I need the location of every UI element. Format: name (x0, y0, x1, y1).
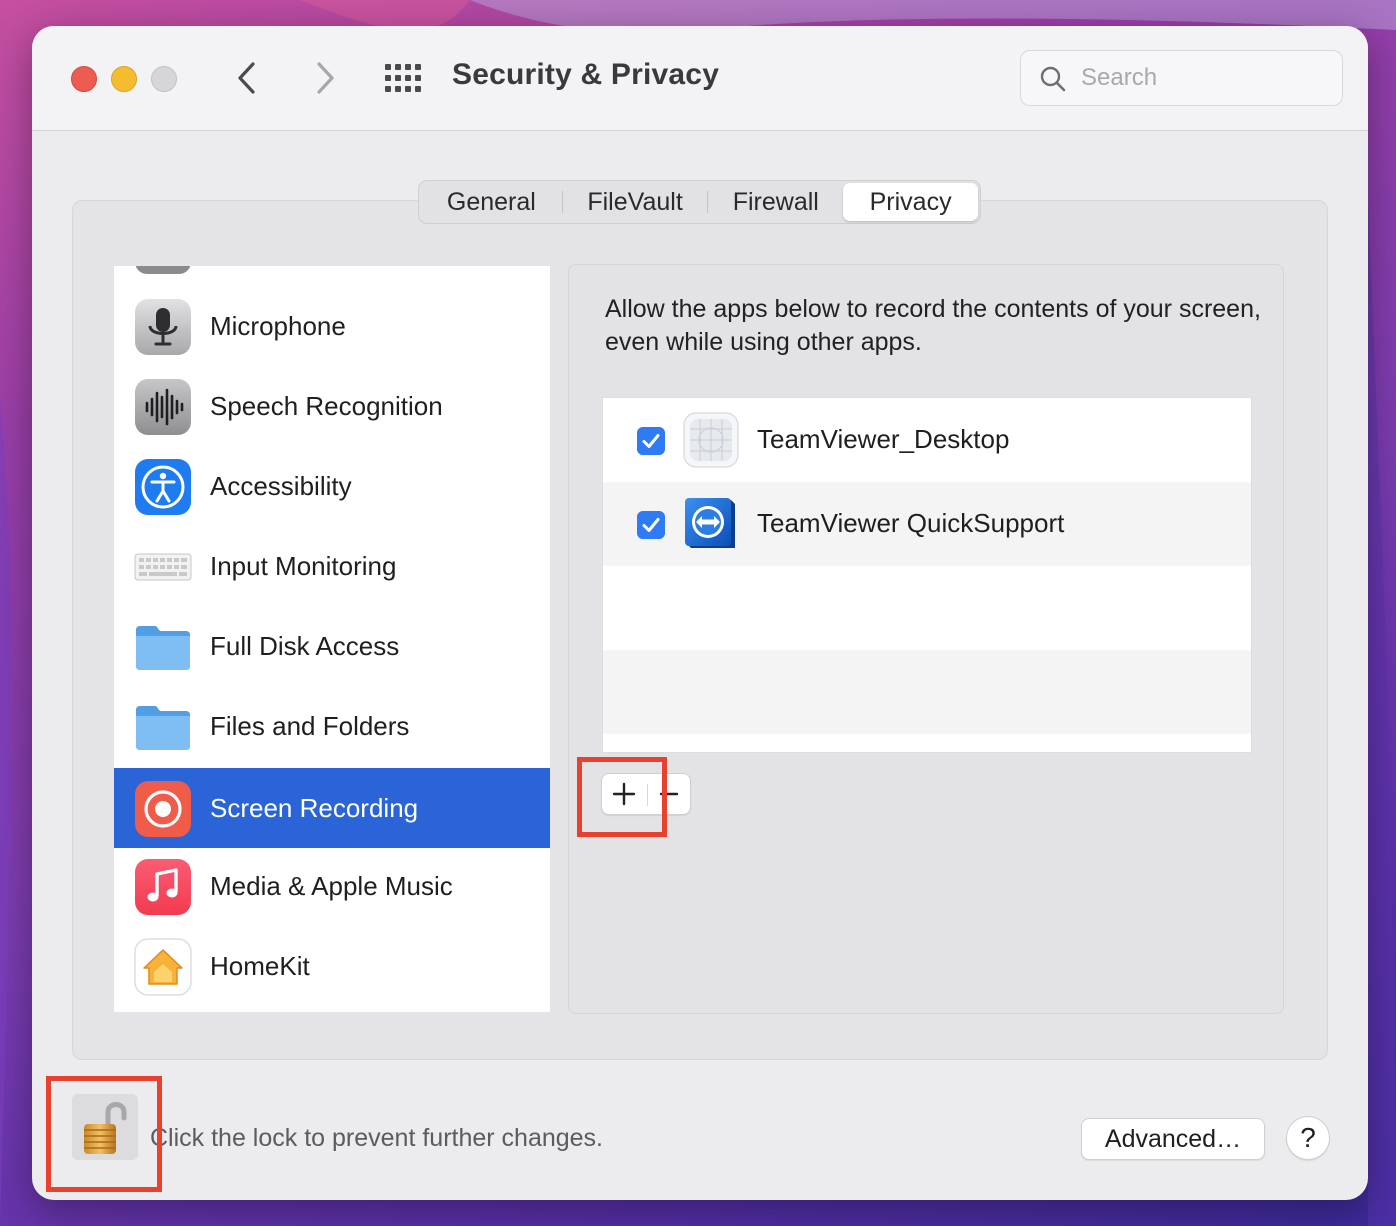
title-bar: Security & Privacy (32, 26, 1368, 131)
forward-button[interactable] (304, 56, 344, 100)
partial-item-icon (135, 266, 191, 274)
search-icon (1040, 66, 1066, 92)
grid-icon (385, 64, 421, 92)
sidebar-item-label: Input Monitoring (210, 550, 397, 581)
search-field[interactable] (1020, 50, 1343, 106)
sidebar-item-speech-recognition[interactable]: Speech Recognition (114, 366, 550, 446)
sidebar-item-label: Speech Recognition (210, 390, 443, 421)
folder-icon (136, 706, 190, 750)
highlight-box-lock (46, 1076, 162, 1192)
sidebar-item-homekit[interactable]: HomeKit (114, 926, 550, 1006)
waveform-icon (135, 379, 191, 435)
system-preferences-window: Security & Privacy General FileVault Fir… (32, 26, 1368, 1200)
music-note-icon (135, 859, 191, 915)
app-name: TeamViewer QuickSupport (757, 508, 1065, 538)
teamviewer-quicksupport-icon (685, 498, 735, 548)
lock-status-message: Click the lock to prevent further change… (150, 1124, 604, 1152)
app-name: TeamViewer_Desktop (757, 424, 1010, 454)
sidebar-item-label: Full Disk Access (210, 630, 400, 661)
sidebar-item-files-and-folders[interactable]: Files and Folders (114, 686, 550, 766)
pane-description: Allow the apps below to record the conte… (605, 295, 1261, 356)
tab-privacy[interactable]: Privacy (843, 183, 978, 221)
sidebar-item-input-monitoring[interactable]: Input Monitoring (114, 526, 550, 606)
checkbox-checked-icon[interactable] (637, 427, 665, 455)
close-window-button[interactable] (71, 66, 97, 92)
highlight-box-add-button (577, 757, 667, 837)
sidebar-item-label: Screen Recording (210, 792, 419, 823)
chevron-left-icon (238, 62, 255, 94)
sidebar-item-label: Accessibility (210, 470, 352, 501)
tab-general[interactable]: General (421, 183, 562, 221)
zoom-window-button[interactable] (151, 66, 177, 92)
back-button[interactable] (228, 56, 268, 100)
advanced-button[interactable]: Advanced… (1081, 1118, 1265, 1160)
screen-recording-pane: Allow the apps below to record the conte… (568, 264, 1284, 1014)
help-button[interactable]: ? (1286, 1116, 1330, 1160)
sidebar-item-media-apple-music[interactable]: Media & Apple Music (114, 846, 550, 926)
teamviewer-desktop-icon (683, 412, 739, 468)
home-icon (134, 938, 192, 996)
sidebar-item-label: Microphone (210, 310, 346, 341)
checkbox-checked-icon[interactable] (637, 511, 665, 539)
minimize-window-button[interactable] (111, 66, 137, 92)
tab-filevault[interactable]: FileVault (563, 183, 708, 221)
sidebar-item-label: Media & Apple Music (210, 870, 453, 901)
empty-list-row (603, 650, 1251, 734)
sidebar-item-full-disk-access[interactable]: Full Disk Access (114, 606, 550, 686)
sidebar-item-label: HomeKit (210, 950, 310, 981)
sidebar-item-accessibility[interactable]: Accessibility (114, 446, 550, 526)
list-item[interactable]: TeamViewer QuickSupport (603, 482, 1251, 566)
show-all-button[interactable] (382, 62, 422, 94)
tab-bar: General FileVault Firewall Privacy (418, 180, 981, 224)
accessibility-icon (135, 459, 191, 515)
screen-recording-icon (135, 781, 191, 837)
privacy-category-list[interactable]: Microphone Speech Recognition Accessibil… (114, 266, 550, 1012)
tab-firewall[interactable]: Firewall (708, 183, 843, 221)
search-input[interactable] (1081, 61, 1331, 95)
keyboard-icon (134, 553, 192, 581)
empty-list-row (603, 566, 1251, 650)
sidebar-item-microphone[interactable]: Microphone (114, 286, 550, 366)
sidebar-item-screen-recording[interactable]: Screen Recording (114, 768, 550, 848)
sidebar-item-label: Files and Folders (210, 710, 410, 741)
allowed-apps-list[interactable]: TeamViewer_Desktop TeamViewer QuickSuppo… (602, 397, 1252, 753)
window-title: Security & Privacy (452, 58, 720, 91)
chevron-right-icon (317, 62, 334, 94)
microphone-icon (135, 299, 191, 355)
list-item[interactable]: TeamViewer_Desktop (603, 398, 1251, 482)
folder-icon (136, 626, 190, 670)
